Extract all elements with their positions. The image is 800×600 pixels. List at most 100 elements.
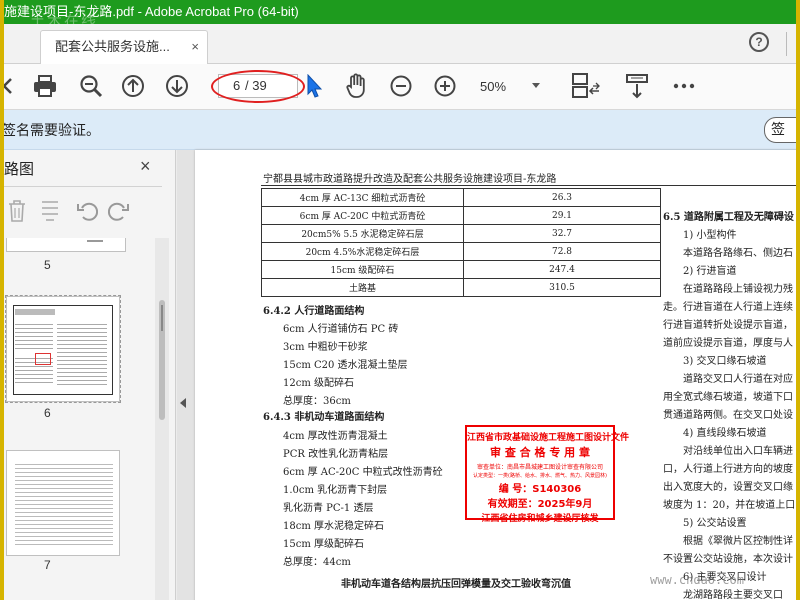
pdf-page: 宁都县县城市政道路提升改造及配套公共服务设施建设项目-东龙路 4cm 厚 AC-… [195, 150, 800, 600]
text-line: 总厚度：36cm [283, 396, 351, 407]
zoom-out-magnifier-icon[interactable] [78, 73, 104, 99]
text-line: 6cm 人行道铺仿石 PC 砖 [283, 324, 399, 335]
table-cell: 20cm5% 5.5 水泥稳定碎石层 [261, 224, 464, 243]
table-cell: 15cm 级配碎石 [261, 260, 464, 279]
stamp-line: 审查单位：南昌市昌城建工图设计审查有限公司 [476, 464, 603, 471]
page-view-icon[interactable] [570, 73, 602, 99]
close-panel-icon[interactable]: × [140, 156, 151, 177]
extract-page-icon[interactable] [40, 200, 60, 222]
text-line: 不设置公交站设施，本次设计 [663, 554, 793, 565]
text-line: 2) 行进盲道 [683, 266, 737, 277]
stamp-line: 有效期至：2025年9月 [487, 499, 593, 510]
page-down-icon[interactable] [164, 73, 190, 99]
panel-resize-handle[interactable] [161, 305, 163, 331]
signature-message: 签名需要验证。 [2, 122, 100, 138]
table-cell: 310.5 [463, 278, 661, 297]
red-highlight-circle [211, 70, 305, 103]
text-line: 坡度为 1：20，并在坡道上口 [663, 500, 796, 511]
zoom-level-value: 50% [480, 79, 507, 94]
text-line: 本道路各路缘石、侧边石 [683, 248, 793, 259]
thumbnail-number-5: 5 [44, 258, 51, 272]
table-cell: 26.3 [463, 188, 661, 207]
text-line: 根据《翠微片区控制性详 [683, 536, 793, 547]
screen-frame-left [0, 0, 4, 600]
zoom-minus-icon[interactable] [389, 73, 413, 99]
rotate-left-icon[interactable] [76, 200, 98, 222]
help-icon[interactable]: ? [749, 32, 769, 52]
document-tab[interactable]: 配套公共服务设施... × [40, 30, 208, 64]
text-line: 3) 交叉口缘石坡道 [683, 356, 767, 367]
text-line: 6cm 厚 AC-20C 中粒式改性沥青砼 [283, 467, 443, 478]
select-cursor-icon[interactable] [305, 73, 323, 99]
text-line: 用全宽式缘石坡道，坡道下口 [663, 392, 793, 403]
table-cell: 土路基 [261, 278, 464, 297]
document-tab-label: 配套公共服务设施... [55, 39, 170, 54]
text-line: 口，人行道上行进方向的坡度 [663, 464, 793, 475]
close-tab-icon[interactable]: × [191, 31, 199, 63]
stamp-line: 审 查 合 格 专 用 章 [490, 446, 590, 459]
text-line: 龙湖路路段主要交叉口 [683, 590, 783, 600]
text-line: 对沿线单位出入口车辆进 [683, 446, 793, 457]
thumbnail-number-6: 6 [44, 406, 51, 420]
text-line: 18cm 厚水泥稳定碎石 [283, 521, 384, 532]
table-cell: 20cm 4.5%水泥稳定碎石层 [261, 242, 464, 261]
table-row: 土路基 310.5 [261, 278, 661, 297]
table-row: 15cm 级配碎石 247.4 [261, 260, 661, 279]
text-line: 出入宽度大的，设置交叉口缘 [663, 482, 793, 493]
page-thumbnails-panel: 路图 × 5 6 7 [0, 150, 176, 600]
screen-frame-right [796, 0, 800, 600]
stamp-line: 江西省市政基础设施工程施工图设计文件 [467, 433, 630, 443]
table-row: 4cm 厚 AC-13C 细粒式沥青砼 26.3 [261, 188, 661, 207]
site-watermark: www.cndao.com [650, 573, 744, 587]
text-line: PCR 改性乳化沥青粘层 [283, 449, 389, 460]
print-icon[interactable] [32, 73, 58, 99]
collapse-panel-arrow-icon[interactable] [180, 398, 186, 408]
zoom-plus-icon[interactable] [433, 73, 457, 99]
scrolling-icon[interactable] [624, 73, 650, 99]
window-titlebar: 施建设项目-东龙路.pdf - Adobe Acrobat Pro (64-bi… [0, 0, 800, 24]
table-cell: 247.4 [463, 260, 661, 279]
delete-page-icon[interactable] [8, 200, 26, 222]
table-caption: 非机动车道各结构层抗压回弹模量及交工验收弯沉值 [341, 579, 571, 590]
text-line: 12cm 级配碎石 [283, 378, 354, 389]
table-row: 20cm 4.5%水泥稳定碎石层 72.8 [261, 242, 661, 261]
page-thumbnail-6[interactable] [5, 295, 121, 403]
document-viewport: 宁都县县城市政道路提升改造及配套公共服务设施建设项目-东龙路 4cm 厚 AC-… [177, 150, 800, 600]
zoom-dropdown-caret-icon[interactable] [532, 83, 540, 88]
panel-divider [4, 186, 162, 187]
signature-notification-bar: 签名需要验证。 签 [0, 110, 800, 150]
text-line: 15cm 厚级配碎石 [283, 539, 364, 550]
stamp-line: 江西省住房和城乡建设厅核发 [481, 514, 599, 524]
text-line: 1) 小型构件 [683, 230, 737, 241]
table-cell: 72.8 [463, 242, 661, 261]
thumbnail-scrollbar[interactable] [155, 238, 169, 600]
section-heading: 6.4.2 人行道路面结构 [263, 306, 365, 317]
text-line: 1.0cm 乳化沥青下封层 [283, 485, 388, 496]
text-line: 4cm 厚改性沥青混凝土 [283, 431, 388, 442]
text-line: 道前应设提示盲道，厚度与人 [663, 338, 793, 349]
page-up-icon[interactable] [120, 73, 146, 99]
section-heading: 6.4.3 非机动车道路面结构 [263, 412, 385, 423]
page-header-text: 宁都县县城市政道路提升改造及配套公共服务设施建设项目-东龙路 [263, 174, 557, 185]
text-line: 15cm C20 透水混凝土垫层 [283, 360, 408, 371]
hand-icon[interactable] [344, 73, 370, 99]
text-line: 4) 直线段缘石坡道 [683, 428, 767, 439]
page-thumbnail-5[interactable] [6, 238, 126, 252]
page-thumbnail-7[interactable] [6, 450, 120, 556]
text-line: 贯通道路两侧。在交叉口处设 [663, 410, 793, 421]
main-toolbar: 6/ 39 50% [0, 64, 800, 110]
watermark-text: 土木在线 [30, 13, 99, 24]
approval-stamp: 江西省市政基础设施工程施工图设计文件 审 查 合 格 专 用 章 审查单位：南昌… [465, 425, 630, 524]
table-cell: 32.7 [463, 224, 661, 243]
more-icon[interactable] [672, 73, 696, 99]
stamp-line: 编 号：S140306 [498, 484, 582, 495]
table-cell: 4cm 厚 AC-13C 细粒式沥青砼 [261, 188, 464, 207]
thumbnail-number-7: 7 [44, 558, 51, 572]
tab-divider [786, 32, 787, 56]
text-line: 总厚度：44cm [283, 557, 351, 568]
signature-panel-button[interactable]: 签 [764, 117, 800, 143]
rotate-right-icon[interactable] [108, 200, 130, 222]
header-rule [261, 185, 800, 186]
table-row: 6cm 厚 AC-20C 中粒式沥青砼 29.1 [261, 206, 661, 225]
stamp-line: 认定类型：一类(路桥、给水、排水、燃气、热力、风景园林) [473, 473, 607, 479]
